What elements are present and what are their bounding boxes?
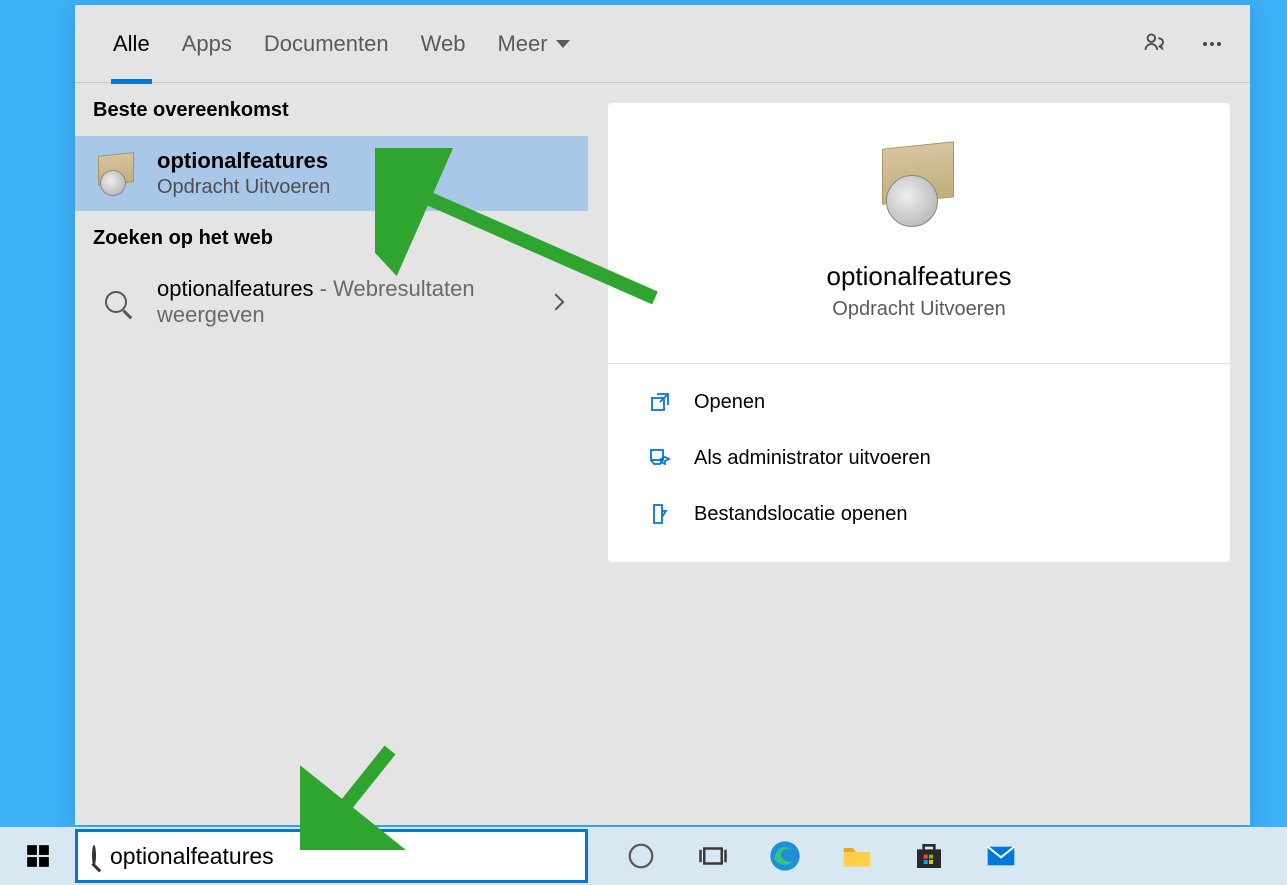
- web-result-title: optionalfeatures: [157, 276, 314, 301]
- microsoft-store-icon[interactable]: [912, 839, 946, 873]
- detail-title: optionalfeatures: [826, 261, 1011, 292]
- results-panel: Beste overeenkomst optionalfeatures Opdr…: [75, 83, 588, 825]
- open-icon: [648, 390, 672, 414]
- chevron-right-icon: [548, 294, 565, 311]
- tab-alle[interactable]: Alle: [97, 5, 166, 83]
- shield-run-icon: [648, 446, 672, 470]
- taskbar: [0, 827, 1287, 885]
- run-command-icon: [93, 151, 139, 197]
- tab-meer[interactable]: Meer: [481, 5, 585, 83]
- file-explorer-icon[interactable]: [840, 839, 874, 873]
- action-admin-label: Als administrator uitvoeren: [694, 447, 931, 470]
- feedback-icon[interactable]: [1136, 24, 1176, 64]
- mail-icon[interactable]: [984, 839, 1018, 873]
- detail-panel: optionalfeatures Opdracht Uitvoeren Open…: [588, 83, 1250, 825]
- more-options-icon[interactable]: [1192, 24, 1232, 64]
- divider: [608, 363, 1230, 364]
- action-run-as-admin[interactable]: Als administrator uitvoeren: [608, 430, 1230, 486]
- best-match-header: Beste overeenkomst: [75, 83, 588, 136]
- task-view-icon[interactable]: [696, 839, 730, 873]
- start-button[interactable]: [0, 827, 75, 885]
- web-search-header: Zoeken op het web: [75, 211, 588, 264]
- detail-subtitle: Opdracht Uitvoeren: [832, 298, 1005, 321]
- best-match-subtitle: Opdracht Uitvoeren: [157, 176, 570, 199]
- chevron-down-icon: [556, 40, 570, 48]
- detail-app-icon: [874, 143, 964, 233]
- edge-browser-icon[interactable]: [768, 839, 802, 873]
- taskbar-search-box[interactable]: [75, 829, 588, 883]
- action-open-label: Openen: [694, 391, 765, 414]
- tab-web[interactable]: Web: [405, 5, 482, 83]
- action-open[interactable]: Openen: [608, 374, 1230, 430]
- search-icon: [93, 279, 139, 325]
- action-open-file-location[interactable]: Bestandslocatie openen: [608, 486, 1230, 542]
- tab-documenten[interactable]: Documenten: [248, 5, 405, 83]
- best-match-result[interactable]: optionalfeatures Opdracht Uitvoeren: [75, 136, 588, 211]
- search-icon: [92, 847, 96, 865]
- best-match-title: optionalfeatures: [157, 148, 570, 174]
- tabs-bar: Alle Apps Documenten Web Meer: [75, 5, 1250, 83]
- folder-location-icon: [648, 502, 672, 526]
- search-input[interactable]: [110, 843, 571, 870]
- detail-card: optionalfeatures Opdracht Uitvoeren Open…: [608, 103, 1230, 562]
- action-location-label: Bestandslocatie openen: [694, 503, 908, 526]
- tab-apps[interactable]: Apps: [166, 5, 248, 83]
- web-search-result[interactable]: optionalfeatures - Webresultaten weergev…: [75, 264, 588, 340]
- start-search-window: Alle Apps Documenten Web Meer: [75, 5, 1250, 825]
- cortana-icon[interactable]: [624, 839, 658, 873]
